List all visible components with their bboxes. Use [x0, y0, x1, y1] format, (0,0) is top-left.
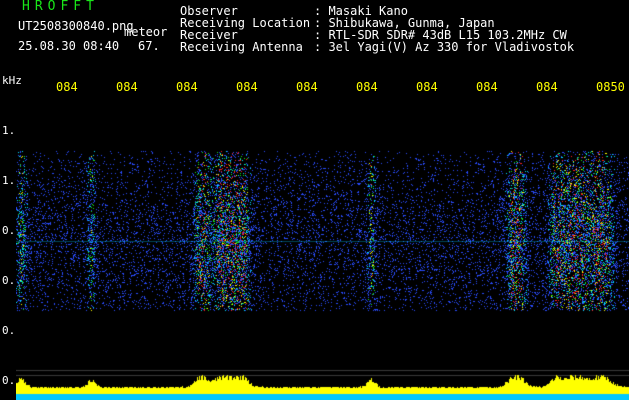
time-tick: 084 [236, 80, 258, 94]
time-tick: 084 [536, 80, 558, 94]
hrofft-spectrogram-window: HROFFT UT2508300840.png meteor 25.08.30 … [0, 0, 629, 400]
antenna-value: : 3el Yagi(V) Az 330 for Vladivostok [314, 40, 575, 54]
echo-count: 67. [138, 39, 160, 53]
brand-title: HROFFT [22, 0, 99, 14]
freq-axis-unit: kHz [2, 74, 22, 87]
time-tick: 084 [416, 80, 438, 94]
capture-datetime: 25.08.30 08:40 [18, 39, 120, 53]
time-tick: 084 [176, 80, 198, 94]
file-name: UT2508300840.png [18, 19, 134, 33]
time-tick: 084 [296, 80, 318, 94]
mode-label: meteor [124, 25, 168, 39]
time-tick: 084 [356, 80, 378, 94]
time-tick: 084 [476, 80, 498, 94]
time-tick: 084 [56, 80, 78, 94]
antenna-label: Receiving Antenna [180, 40, 303, 54]
time-tick: 084 [116, 80, 138, 94]
time-tick: 0850 [596, 80, 625, 94]
spectrogram-plot [16, 96, 629, 400]
